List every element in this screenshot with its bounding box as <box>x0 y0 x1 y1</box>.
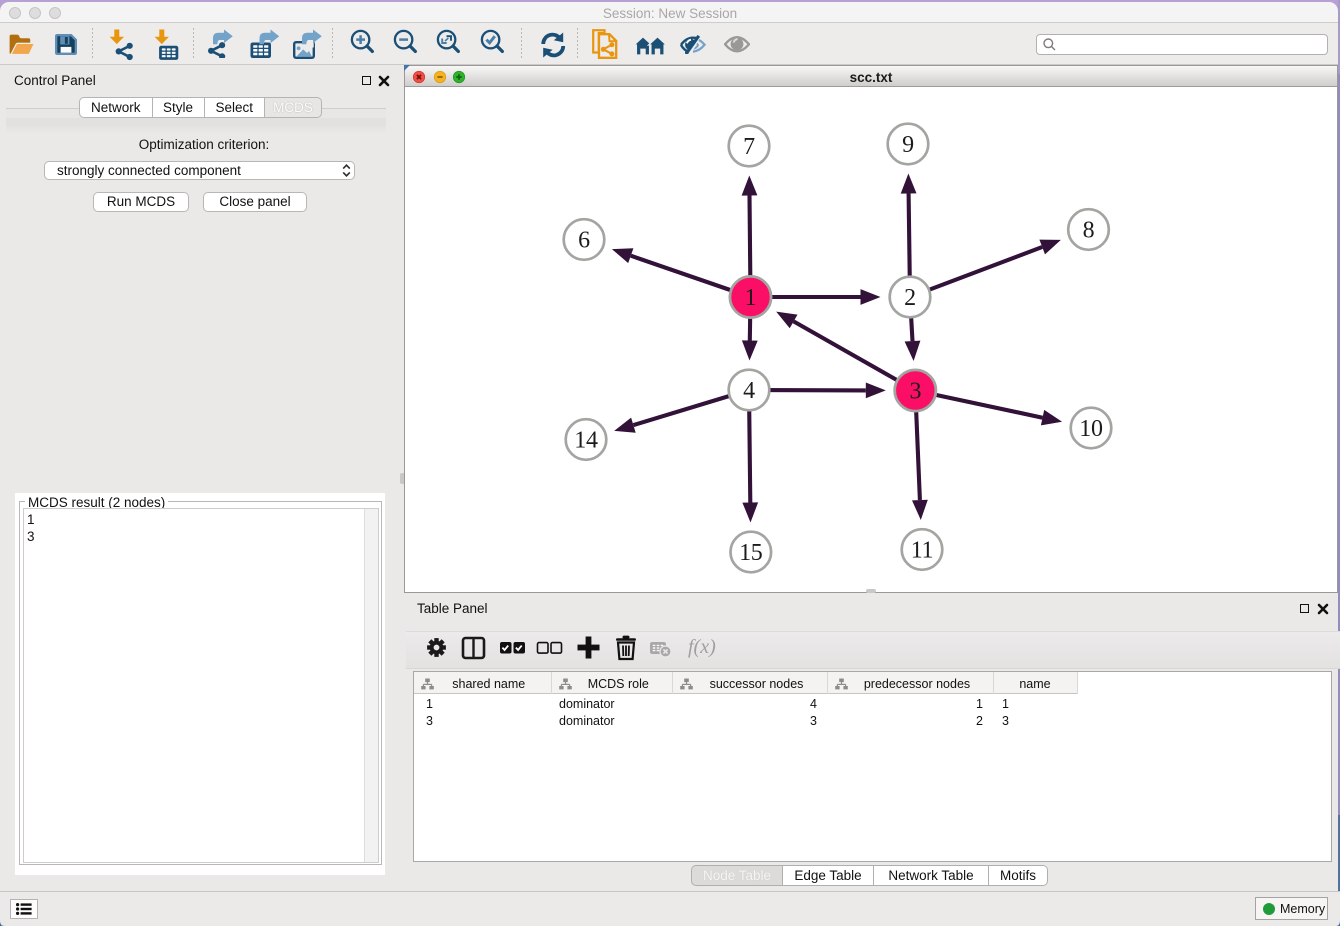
svg-text:10: 10 <box>1079 416 1103 442</box>
svg-text:2: 2 <box>904 285 916 311</box>
svg-text:14: 14 <box>574 428 598 454</box>
svg-text:7: 7 <box>743 134 755 160</box>
svg-text:8: 8 <box>1083 218 1095 244</box>
svg-text:1: 1 <box>745 285 757 311</box>
svg-text:3: 3 <box>909 379 921 405</box>
svg-text:6: 6 <box>578 228 590 254</box>
svg-text:11: 11 <box>911 538 934 564</box>
svg-text:4: 4 <box>743 378 755 404</box>
svg-text:9: 9 <box>902 132 914 158</box>
svg-text:15: 15 <box>739 540 763 566</box>
